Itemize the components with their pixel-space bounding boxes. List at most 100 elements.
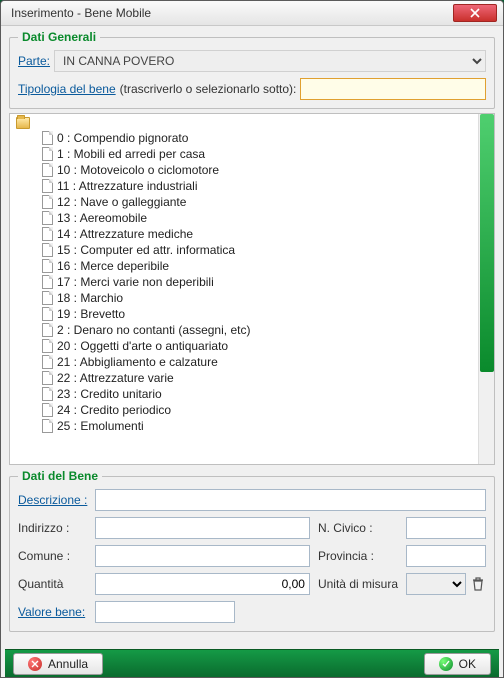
document-icon — [42, 307, 53, 321]
tree-item[interactable]: 2 : Denaro no contanti (assegni, etc) — [12, 322, 478, 338]
descrizione-label: Descrizione : — [18, 493, 87, 507]
document-icon — [42, 387, 53, 401]
descrizione-input[interactable] — [95, 489, 486, 511]
tree-item[interactable]: 21 : Abbigliamento e calzature — [12, 354, 478, 370]
document-icon — [42, 419, 53, 433]
tree-item[interactable]: 12 : Nave o galleggiante — [12, 194, 478, 210]
fieldset-dati-generali: Dati Generali Parte: IN CANNA POVERO Tip… — [9, 30, 495, 109]
document-icon — [42, 147, 53, 161]
unita-label: Unità di misura — [318, 577, 398, 591]
annulla-button[interactable]: Annulla — [13, 653, 103, 675]
provincia-label: Provincia : — [318, 549, 398, 563]
tree-item-label: 19 : Brevetto — [57, 307, 125, 321]
document-icon — [42, 179, 53, 193]
document-icon — [42, 403, 53, 417]
cancel-icon — [28, 657, 42, 671]
tree-item[interactable]: 16 : Merce deperibile — [12, 258, 478, 274]
tree-item-label: 14 : Attrezzature mediche — [57, 227, 193, 241]
civico-input[interactable] — [406, 517, 486, 539]
close-icon — [470, 8, 480, 18]
close-button[interactable] — [453, 4, 497, 22]
tree-item[interactable]: 19 : Brevetto — [12, 306, 478, 322]
tree-item[interactable]: 17 : Merci varie non deperibili — [12, 274, 478, 290]
tipologia-label: Tipologia del bene — [18, 82, 116, 96]
tree-item-label: 22 : Attrezzature varie — [57, 371, 174, 385]
unita-select[interactable] — [406, 573, 466, 595]
tree-item-label: 13 : Aereomobile — [57, 211, 147, 225]
tree-item-label: 20 : Oggetti d'arte o antiquariato — [57, 339, 228, 353]
valore-label: Valore bene: — [18, 605, 87, 619]
civico-label: N. Civico : — [318, 521, 398, 535]
document-icon — [42, 211, 53, 225]
tree-item[interactable]: 18 : Marchio — [12, 290, 478, 306]
tree-item-label: 23 : Credito unitario — [57, 387, 162, 401]
tree-item-label: 15 : Computer ed attr. informatica — [57, 243, 235, 257]
tree-item[interactable]: 13 : Aereomobile — [12, 210, 478, 226]
tree-item[interactable]: 22 : Attrezzature varie — [12, 370, 478, 386]
comune-input[interactable] — [95, 545, 310, 567]
tree-item[interactable]: 1 : Mobili ed arredi per casa — [12, 146, 478, 162]
indirizzo-label: Indirizzo : — [18, 521, 87, 535]
tree-item-label: 12 : Nave o galleggiante — [57, 195, 186, 209]
tree-root[interactable] — [12, 116, 478, 130]
tree-item[interactable]: 10 : Motoveicolo o ciclomotore — [12, 162, 478, 178]
document-icon — [42, 195, 53, 209]
tree-item-label: 18 : Marchio — [57, 291, 123, 305]
tree-item-label: 2 : Denaro no contanti (assegni, etc) — [57, 323, 250, 337]
document-icon — [42, 227, 53, 241]
tree-item-label: 21 : Abbigliamento e calzature — [57, 355, 218, 369]
indirizzo-input[interactable] — [95, 517, 310, 539]
legend-dati-del-bene: Dati del Bene — [18, 469, 102, 483]
folder-icon — [16, 117, 30, 129]
tree-item-label: 25 : Emolumenti — [57, 419, 144, 433]
tree-item[interactable]: 0 : Compendio pignorato — [12, 130, 478, 146]
document-icon — [42, 323, 53, 337]
dialog-window: Inserimento - Bene Mobile Dati Generali … — [0, 0, 504, 678]
tree-item-label: 0 : Compendio pignorato — [57, 131, 188, 145]
tree-item-label: 1 : Mobili ed arredi per casa — [57, 147, 205, 161]
legend-dati-generali: Dati Generali — [18, 30, 100, 44]
tipologia-input[interactable] — [300, 78, 486, 100]
tree-item-label: 11 : Attrezzature industriali — [57, 179, 198, 193]
tree-item-label: 17 : Merci varie non deperibili — [57, 275, 214, 289]
window-title: Inserimento - Bene Mobile — [11, 6, 453, 20]
document-icon — [42, 243, 53, 257]
tree-panel: 0 : Compendio pignorato 1 : Mobili ed arr… — [9, 113, 495, 465]
tree-item[interactable]: 25 : Emolumenti — [12, 418, 478, 434]
document-icon — [42, 163, 53, 177]
tipologia-hint: (trascriverlo o selezionarlo sotto): — [120, 82, 297, 96]
clear-unita-button[interactable] — [470, 576, 486, 592]
tree[interactable]: 0 : Compendio pignorato 1 : Mobili ed arr… — [10, 114, 478, 464]
tree-item[interactable]: 23 : Credito unitario — [12, 386, 478, 402]
comune-label: Comune : — [18, 549, 87, 563]
scroll-thumb[interactable] — [480, 114, 494, 372]
tree-item[interactable]: 14 : Attrezzature mediche — [12, 226, 478, 242]
document-icon — [42, 371, 53, 385]
tree-item-label: 24 : Credito periodico — [57, 403, 171, 417]
document-icon — [42, 355, 53, 369]
document-icon — [42, 259, 53, 273]
scrollbar[interactable] — [478, 114, 494, 464]
tree-item[interactable]: 20 : Oggetti d'arte o antiquariato — [12, 338, 478, 354]
tree-item[interactable]: 24 : Credito periodico — [12, 402, 478, 418]
parte-label: Parte: — [18, 54, 50, 68]
footer-bar: Annulla OK — [5, 649, 499, 677]
quantita-label: Quantità — [18, 577, 87, 591]
trash-icon — [470, 576, 486, 592]
valore-input[interactable] — [95, 601, 235, 623]
fieldset-dati-del-bene: Dati del Bene Descrizione : Indirizzo : … — [9, 469, 495, 632]
tree-item[interactable]: 15 : Computer ed attr. informatica — [12, 242, 478, 258]
document-icon — [42, 291, 53, 305]
tree-item-label: 10 : Motoveicolo o ciclomotore — [57, 163, 219, 177]
ok-button[interactable]: OK — [424, 653, 491, 675]
ok-icon — [439, 657, 453, 671]
document-icon — [42, 275, 53, 289]
provincia-input[interactable] — [406, 545, 486, 567]
document-icon — [42, 339, 53, 353]
document-icon — [42, 131, 53, 145]
quantita-input[interactable] — [95, 573, 310, 595]
tree-item-label: 16 : Merce deperibile — [57, 259, 169, 273]
parte-select[interactable]: IN CANNA POVERO — [54, 50, 486, 72]
titlebar[interactable]: Inserimento - Bene Mobile — [1, 1, 503, 26]
tree-item[interactable]: 11 : Attrezzature industriali — [12, 178, 478, 194]
